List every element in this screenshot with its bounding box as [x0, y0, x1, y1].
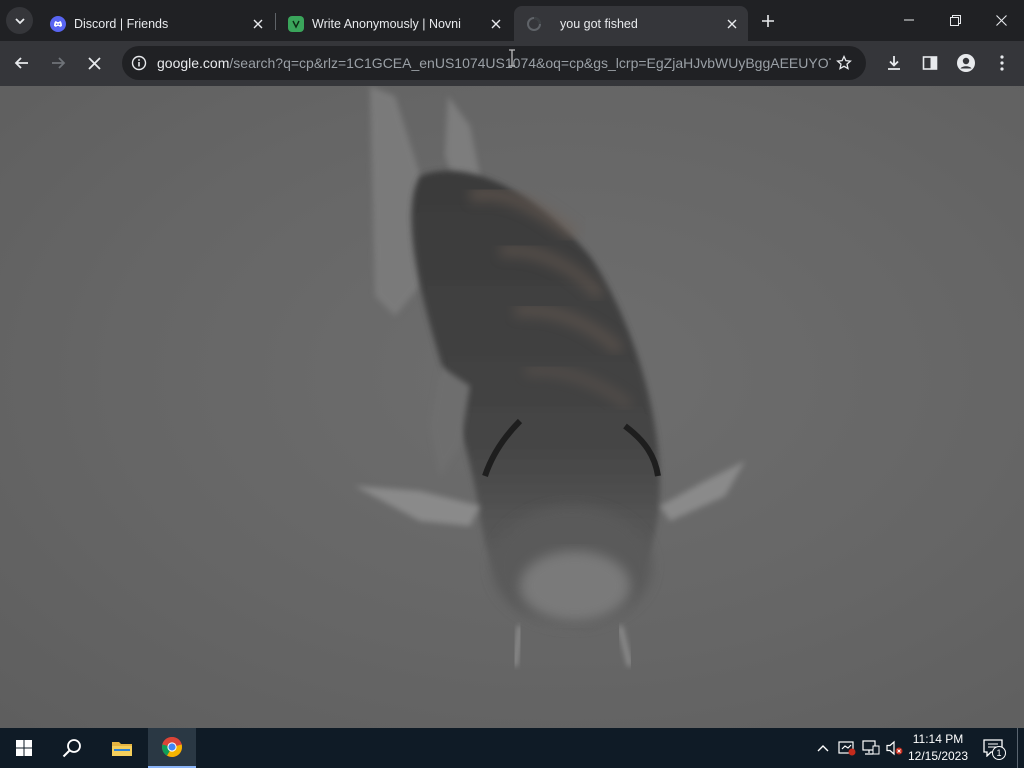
tab-discord[interactable]: Discord | Friends — [38, 6, 274, 41]
search-icon — [62, 739, 81, 758]
restore-button[interactable] — [932, 0, 978, 40]
downloads-button[interactable] — [878, 47, 910, 79]
loading-icon — [526, 16, 542, 32]
new-tab-button[interactable] — [756, 9, 780, 33]
bookmark-star-icon[interactable] — [828, 47, 860, 79]
chrome-menu-button[interactable] — [986, 47, 1018, 79]
show-hidden-icons-button[interactable] — [813, 738, 833, 758]
tab-title: Write Anonymously | Novni — [312, 16, 461, 31]
url-path: /search?q=cp&rlz=1C1GCEA_enUS1074US1074&… — [229, 55, 831, 71]
stop-loading-button[interactable] — [78, 47, 110, 79]
system-clock[interactable]: 11:14 PM 12/15/2023 — [902, 731, 974, 765]
forward-button[interactable] — [42, 47, 74, 79]
profile-button[interactable] — [950, 47, 982, 79]
show-desktop-button[interactable] — [1017, 728, 1018, 768]
file-explorer-button[interactable] — [98, 728, 146, 768]
tab-strip: Discord | Friends Write Anonymously | No… — [0, 0, 1024, 41]
chrome-icon — [161, 737, 183, 758]
site-info-icon[interactable] — [123, 47, 155, 79]
novni-icon — [288, 15, 304, 32]
tab-title: Discord | Friends — [74, 16, 169, 31]
arrow-right-icon — [52, 57, 66, 69]
notification-count-badge: 1 — [992, 746, 1006, 760]
clock-date: 12/15/2023 — [907, 749, 969, 763]
close-icon — [995, 14, 1007, 26]
security-tray-icon[interactable] — [837, 738, 857, 758]
plus-icon — [762, 15, 774, 27]
fish-image — [355, 86, 745, 667]
tab-you-got-fished[interactable]: you got fished — [514, 6, 748, 41]
text-cursor-icon — [509, 49, 515, 67]
url-host: google.com — [157, 55, 230, 71]
side-panel-button[interactable] — [914, 47, 946, 79]
close-window-button[interactable] — [978, 0, 1024, 40]
avatar-icon — [957, 54, 975, 72]
page-content — [0, 86, 1024, 728]
download-icon — [888, 56, 900, 70]
windows-taskbar: 11:14 PM 12/15/2023 1 — [0, 728, 1024, 768]
action-center-button[interactable]: 1 — [980, 736, 1006, 760]
tab-title: you got fished — [560, 16, 638, 31]
minimize-button[interactable] — [886, 0, 932, 40]
tab-search-button[interactable] — [6, 7, 33, 34]
windows-logo-icon — [16, 740, 32, 756]
side-panel-icon — [922, 56, 938, 70]
network-icon[interactable] — [861, 738, 881, 758]
search-button[interactable] — [48, 728, 96, 768]
start-button[interactable] — [0, 728, 48, 768]
back-button[interactable] — [6, 47, 38, 79]
folder-icon — [112, 742, 132, 756]
close-tab-icon[interactable] — [486, 14, 506, 34]
address-bar[interactable]: google.com/search?q=cp&rlz=1C1GCEA_enUS1… — [122, 46, 866, 80]
restore-icon — [949, 14, 961, 26]
tab-novni[interactable]: Write Anonymously | Novni — [276, 6, 512, 41]
browser-window: Discord | Friends Write Anonymously | No… — [0, 0, 1024, 728]
chevron-down-icon — [14, 17, 25, 24]
more-vertical-icon — [1000, 55, 1004, 71]
chevron-up-icon — [817, 745, 829, 752]
chrome-taskbar-button[interactable] — [148, 728, 196, 768]
close-tab-icon[interactable] — [248, 14, 268, 34]
url-text[interactable]: google.com/search?q=cp&rlz=1C1GCEA_enUS1… — [157, 55, 831, 71]
discord-icon — [50, 15, 66, 32]
close-tab-icon[interactable] — [722, 14, 742, 34]
arrow-left-icon — [14, 57, 28, 69]
minimize-icon — [904, 19, 914, 21]
clock-time: 11:14 PM — [912, 732, 964, 746]
close-icon — [87, 56, 101, 70]
